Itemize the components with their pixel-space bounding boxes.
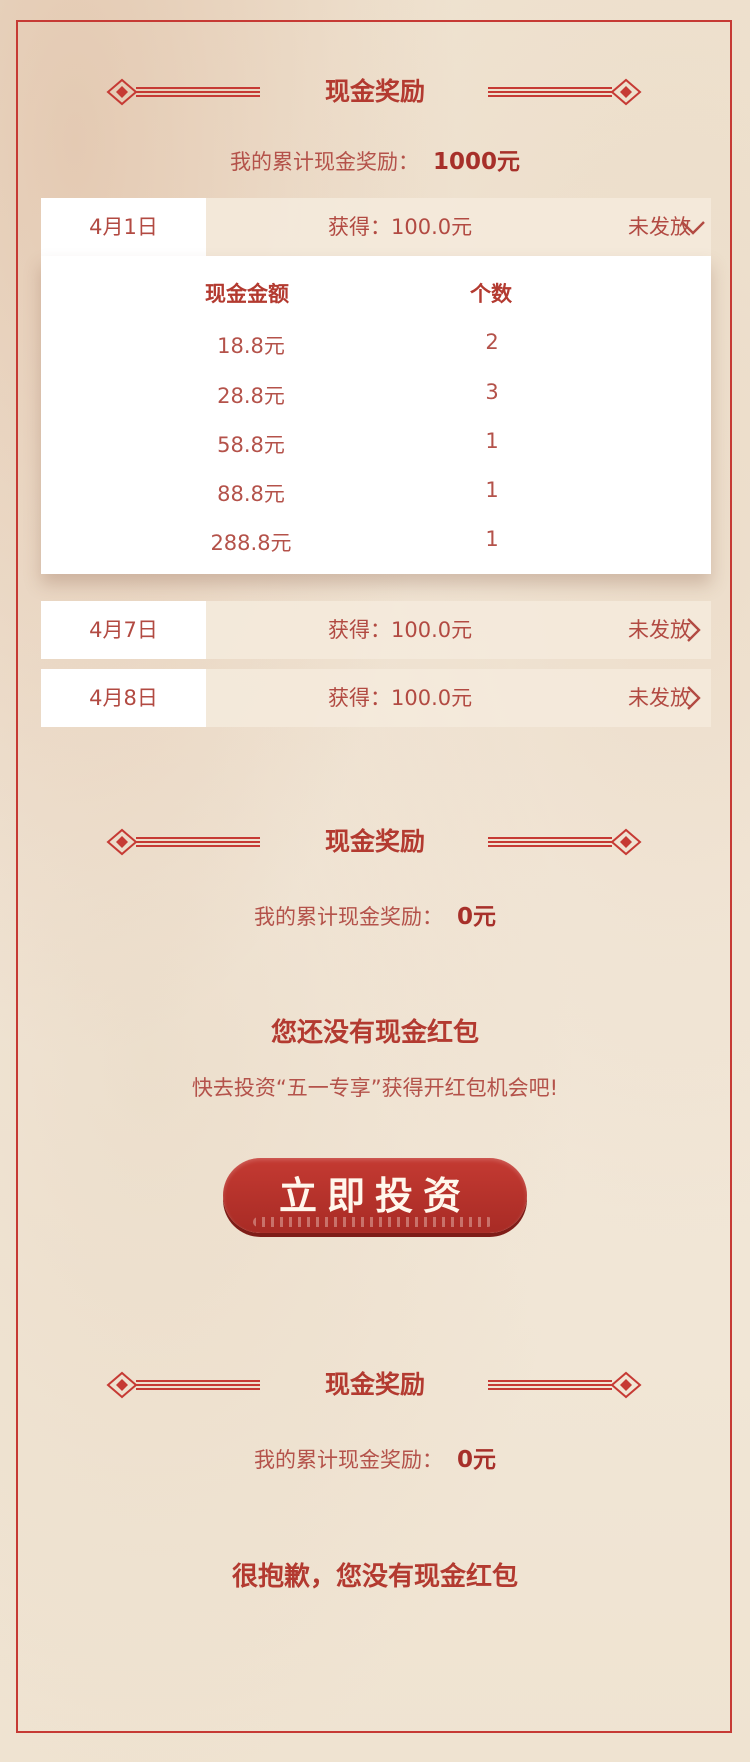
detail-count: 1 [485,429,499,453]
column-header-count: 个数 [470,282,512,306]
invest-now-label: 立即投资 [278,1173,471,1218]
detail-amount: 288.8元 [210,531,292,555]
chevron-down-icon[interactable] [679,213,707,241]
reward-info: 获得：100.0元 未发放 [206,669,711,727]
total-reward-label: 我的累计现金奖励： [253,905,443,929]
detail-count: 3 [485,380,499,404]
detail-amount: 88.8元 [217,482,285,506]
button-texture [253,1217,493,1227]
reward-amount: 获得：100.0元 [328,215,473,239]
reward-date: 4月8日 [41,669,206,727]
total-reward-row: 我的累计现金奖励： 1000元 [0,142,750,176]
reward-amount: 获得：100.0元 [328,618,473,642]
total-reward-row: 我的累计现金奖励： 0元 [0,1440,750,1474]
reward-row[interactable]: 4月1日 获得：100.0元 未发放 [41,198,711,256]
total-reward-value: 0元 [456,1447,496,1473]
reward-detail-card: 现金金额 个数 18.8元 2 28.8元 3 58.8元 1 88.8元 1 … [41,256,711,574]
empty-state-title: 很抱歉，您没有现金红包 [231,1562,518,1592]
reward-row[interactable]: 4月7日 获得：100.0元 未发放 [41,601,711,659]
total-reward-label: 我的累计现金奖励： [229,150,419,174]
chevron-right-icon[interactable] [679,684,707,712]
detail-count: 1 [485,478,499,502]
detail-amount: 18.8元 [217,334,285,358]
total-reward-row: 我的累计现金奖励： 0元 [0,897,750,931]
detail-amount: 58.8元 [217,433,285,457]
total-reward-label: 我的累计现金奖励： [253,1448,443,1472]
ornament-right-icon [488,1371,642,1399]
reward-info: 获得：100.0元 未发放 [206,601,711,659]
reward-amount: 获得：100.0元 [328,686,473,710]
section-header: 现金奖励 [0,72,750,112]
total-reward-value: 1000元 [432,149,520,175]
empty-state-title: 您还没有现金红包 [270,1018,479,1048]
ornament-right-icon [488,78,642,106]
column-header-amount: 现金金额 [205,282,289,306]
reward-date: 4月1日 [41,198,206,256]
detail-amount: 28.8元 [217,384,285,408]
reward-info: 获得：100.0元 未发放 [206,198,711,256]
chevron-right-icon[interactable] [679,616,707,644]
detail-count: 1 [485,527,499,551]
section-header: 现金奖励 [0,1365,750,1405]
reward-date: 4月7日 [41,601,206,659]
detail-count: 2 [485,330,499,354]
invest-now-button[interactable]: 立即投资 [223,1158,527,1233]
section-header: 现金奖励 [0,822,750,862]
empty-state-hint: 快去投资“五一专享”获得开红包机会吧! [191,1076,559,1100]
ornament-right-icon [488,828,642,856]
reward-row[interactable]: 4月8日 获得：100.0元 未发放 [41,669,711,727]
total-reward-value: 0元 [456,904,496,930]
